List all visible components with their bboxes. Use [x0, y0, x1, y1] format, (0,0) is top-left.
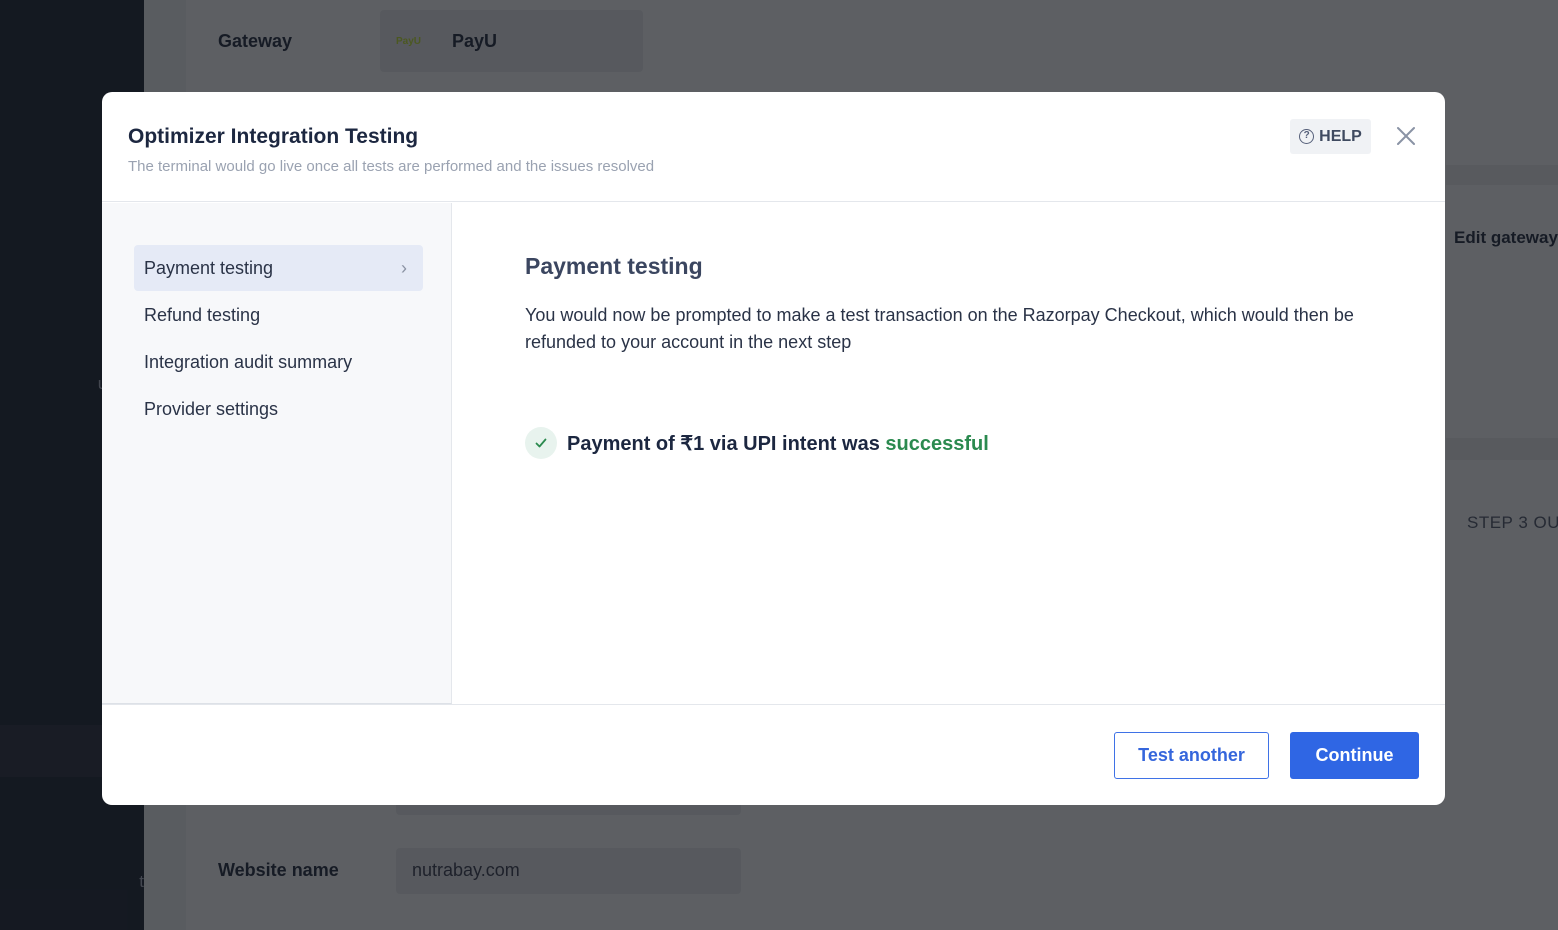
step-label: Integration audit summary — [144, 352, 353, 372]
content-title: Payment testing — [525, 253, 703, 279]
close-button[interactable] — [1392, 122, 1420, 150]
payment-result: Payment of ₹1 via UPI intent was success… — [525, 427, 989, 459]
content-description: You would now be prompted to make a test… — [525, 305, 1354, 352]
result-status: successful — [885, 432, 989, 455]
step-refund-testing[interactable]: Refund testing — [134, 292, 423, 338]
step-label: Refund testing — [144, 305, 261, 325]
modal-footer: Test another Continue — [102, 704, 1445, 805]
steps-nav: Payment testing › Refund testing Integra… — [102, 203, 452, 704]
result-prefix: Payment of ₹1 via UPI intent was — [567, 432, 886, 455]
help-circle-icon: ? — [1299, 129, 1315, 144]
step-integration-audit-summary[interactable]: Integration audit summary — [134, 339, 423, 385]
result-message: Payment of ₹1 via UPI intent was success… — [567, 431, 989, 456]
step-label: Payment testing — [144, 258, 274, 278]
continue-button[interactable]: Continue — [1290, 732, 1419, 779]
help-button[interactable]: ? HELP — [1290, 119, 1371, 154]
step-content: Payment testing You would now be prompte… — [453, 203, 1445, 704]
modal-body: Payment testing › Refund testing Integra… — [102, 203, 1445, 704]
chevron-right-icon: › — [401, 258, 407, 278]
step-payment-testing[interactable]: Payment testing › — [134, 245, 423, 291]
success-check-icon — [525, 427, 557, 459]
step-provider-settings[interactable]: Provider settings — [134, 386, 423, 432]
close-icon — [1397, 127, 1415, 145]
modal-title: Optimizer Integration Testing — [128, 125, 419, 148]
modal-header: Optimizer Integration Testing The termin… — [102, 92, 1445, 202]
step-label: Provider settings — [144, 399, 279, 419]
modal-subtitle: The terminal would go live once all test… — [128, 158, 655, 175]
help-label: HELP — [1319, 127, 1362, 145]
test-another-button[interactable]: Test another — [1114, 732, 1269, 779]
integration-testing-modal: Optimizer Integration Testing The termin… — [102, 92, 1445, 805]
